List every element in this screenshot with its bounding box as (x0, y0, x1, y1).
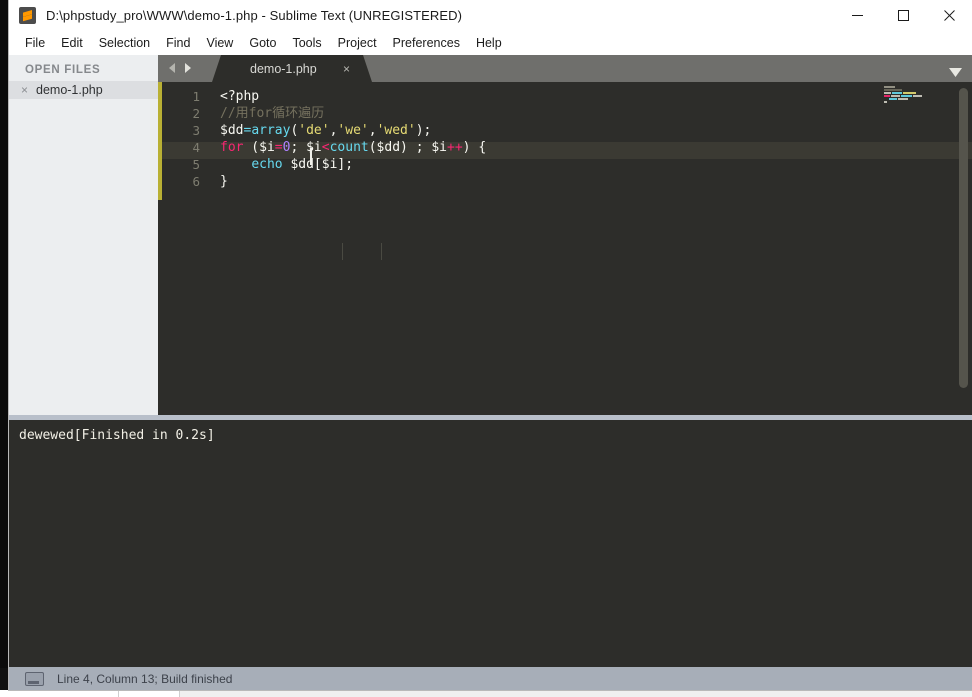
code-token: < (321, 140, 330, 155)
desktop-bottom-white (0, 690, 118, 697)
sidebar-section-open-files: OPEN FILES (25, 64, 101, 76)
close-icon[interactable]: × (343, 62, 350, 76)
status-text: Line 4, Column 13; Build finished (57, 671, 233, 686)
tab-strip: demo-1.php × (158, 55, 972, 82)
code-token: , (368, 123, 377, 138)
status-bar: Line 4, Column 13; Build finished 用for循环… (9, 667, 972, 690)
code-line[interactable]: 3 $dd=array('de','we','wed'); (158, 122, 972, 139)
menu-item-project[interactable]: Project (330, 33, 385, 53)
window-title: D:\phpstudy_pro\WWW\demo-1.php - Sublime… (46, 7, 463, 23)
minimize-button[interactable] (834, 0, 880, 30)
menu-bar: File Edit Selection Find View Goto Tools Projec… (9, 30, 972, 56)
code-token: } (220, 174, 228, 189)
sidebar-item-demo-1-php[interactable]: × demo-1.php (9, 81, 158, 99)
sidebar: OPEN FILES × demo-1.php (9, 55, 158, 415)
code-text: //用for循环遍历 (200, 105, 324, 122)
line-number: 4 (192, 140, 200, 155)
sublime-text-icon (19, 6, 36, 24)
code-editor[interactable]: 1 <?php 2//用for循环遍历 3 $dd=array('de','we','w… (158, 82, 972, 415)
chevron-down-icon[interactable] (949, 64, 962, 82)
menu-item-help[interactable]: Help (468, 33, 510, 53)
code-token: = (274, 140, 283, 155)
code-line[interactable]: 5 echo $dd[$i]; (158, 156, 972, 173)
window-controls (834, 0, 972, 30)
code-token: ($i (243, 140, 275, 155)
maximize-button[interactable] (880, 0, 926, 30)
arrow-left-icon[interactable] (167, 62, 178, 74)
line-number: 5 (192, 157, 200, 172)
code-line[interactable]: 1 <?php (158, 88, 972, 105)
code-token: count (329, 140, 369, 155)
code-token: $dd[$i]; (282, 157, 354, 172)
close-icon[interactable]: × (21, 84, 34, 96)
code-token: echo (251, 157, 283, 172)
arrow-right-icon[interactable] (182, 62, 193, 74)
code-token: ; $i (290, 140, 322, 155)
line-number: 3 (192, 123, 200, 138)
code-text: <?php (200, 88, 259, 105)
menu-item-find[interactable]: Find (158, 33, 198, 53)
text-cursor (310, 148, 312, 165)
code-token: ); (415, 123, 432, 138)
code-token: 'wed' (376, 123, 416, 138)
desktop-dark-strip (0, 0, 9, 668)
code-text: } (200, 173, 228, 190)
sublime-text-window: D:\phpstudy_pro\WWW\demo-1.php - Sublime… (9, 0, 972, 690)
code-token: 'we' (337, 123, 369, 138)
sidebar-item-label: demo-1.php (36, 83, 103, 97)
menu-item-tools[interactable]: Tools (284, 33, 329, 53)
code-token: ++ (447, 140, 463, 155)
line-number: 1 (192, 89, 200, 104)
code-line[interactable]: 6} (158, 173, 972, 190)
monitor-icon (25, 671, 44, 686)
code-token: $dd (220, 123, 244, 138)
title-bar[interactable]: D:\phpstudy_pro\WWW\demo-1.php - Sublime… (9, 0, 972, 30)
line-number: 6 (192, 174, 200, 189)
code-token: <?php (220, 89, 260, 104)
menu-item-preferences[interactable]: Preferences (385, 33, 468, 53)
menu-item-edit[interactable]: Edit (53, 33, 91, 53)
close-button[interactable] (926, 0, 972, 30)
code-token: //用for循环遍历 (220, 106, 325, 121)
code-token: ) { (462, 140, 487, 155)
code-line[interactable]: 4 for ($i=0; $i<count($dd) ; $i++) { (158, 139, 972, 156)
code-text: echo $dd[$i]; (200, 156, 353, 173)
editor-scrollbar[interactable] (959, 88, 968, 388)
code-text: $dd=array('de','we','wed'); (200, 122, 431, 139)
line-number: 2 (192, 106, 200, 121)
indent-guide (342, 243, 343, 260)
tab-label: demo-1.php (250, 61, 317, 76)
code-lines: 1 <?php 2//用for循环遍历 3 $dd=array('de','we','w… (158, 82, 972, 190)
code-line[interactable]: 2 //用for循环遍历 (158, 105, 972, 122)
tab-navigation (167, 62, 193, 74)
code-text: for ($i=0; $i<count($dd) ; $i++) { (200, 139, 486, 156)
screen: 地 说 视 链 下 数 频 D:\phpstudy_pro\WWW\demo-1… (0, 0, 972, 697)
code-token: ($dd) ; $i (368, 140, 448, 155)
menu-item-goto[interactable]: Goto (241, 33, 284, 53)
tab-demo-1-php[interactable]: demo-1.php × (212, 55, 372, 82)
indent-guide (381, 243, 382, 260)
menu-item-file[interactable]: File (17, 33, 53, 53)
menu-item-selection[interactable]: Selection (91, 33, 158, 53)
code-token: array (251, 123, 291, 138)
code-token: 'de' (298, 123, 330, 138)
menu-item-view[interactable]: View (198, 33, 241, 53)
build-output-panel[interactable]: dewewed[Finished in 0.2s] (9, 415, 972, 667)
minimap[interactable] (884, 86, 946, 114)
code-token: for (220, 140, 244, 155)
build-output-text: dewewed[Finished in 0.2s] (19, 428, 215, 443)
